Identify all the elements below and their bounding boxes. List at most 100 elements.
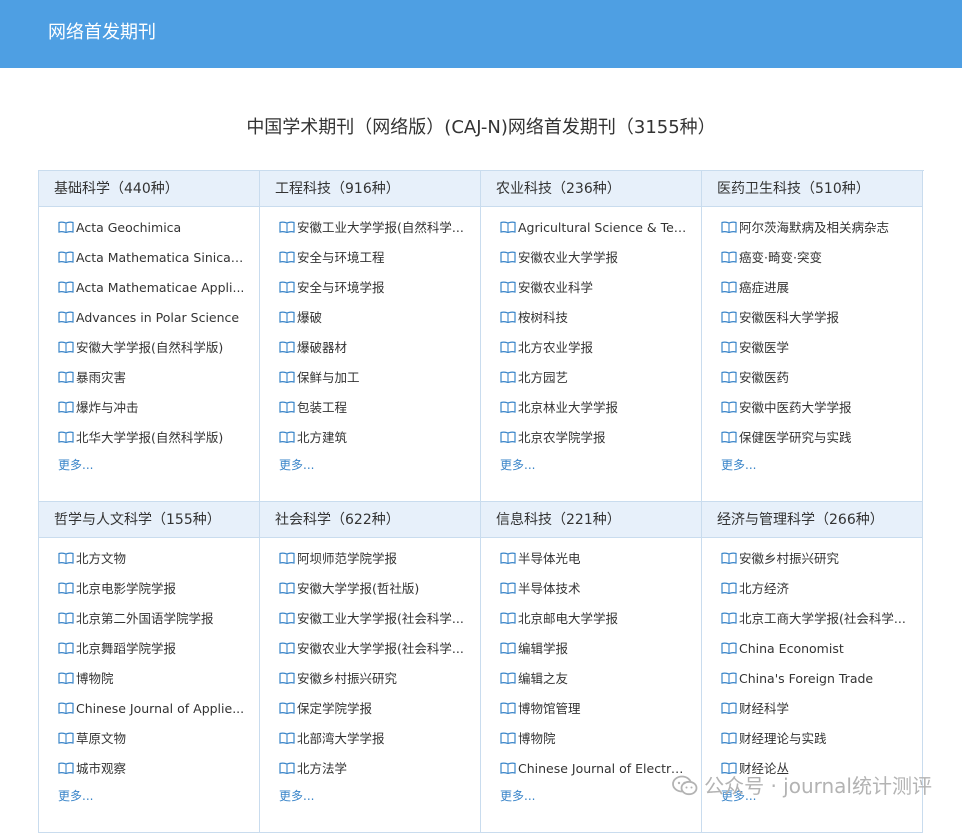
journal-link[interactable]: 安徽医科大学学报	[721, 303, 909, 333]
book-icon	[721, 424, 737, 444]
journal-link[interactable]: 北京第二外国语学院学报	[58, 604, 246, 634]
journal-link[interactable]: 安徽大学学报(自然科学版)	[58, 333, 246, 363]
journal-title: Advances in Polar Science	[76, 310, 240, 325]
journal-link[interactable]: China's Foreign Trade	[721, 664, 909, 694]
journal-title: 安徽医学	[739, 340, 790, 355]
journal-link[interactable]: Chinese Journal of Electro...	[500, 754, 688, 784]
journal-title: 爆炸与冲击	[76, 400, 139, 415]
book-icon	[721, 755, 737, 775]
journal-link[interactable]: 草原文物	[58, 724, 246, 754]
journal-link[interactable]: Acta Mathematicae Appli...	[58, 273, 246, 303]
journal-link[interactable]: Advances in Polar Science	[58, 303, 246, 333]
book-icon	[279, 755, 295, 775]
journal-link[interactable]: 博物院	[58, 664, 246, 694]
journal-link[interactable]: 编辑学报	[500, 634, 688, 664]
journal-title: 癌症进展	[739, 280, 790, 295]
panel-title[interactable]: 哲学与人文科学（155种）	[39, 502, 259, 538]
journal-link[interactable]: 癌变·畸变·突变	[721, 243, 909, 273]
journal-link[interactable]: 安徽医学	[721, 333, 909, 363]
journal-title: Acta Geochimica	[76, 220, 182, 235]
journal-link[interactable]: 北方园艺	[500, 363, 688, 393]
journal-link[interactable]: 安全与环境学报	[279, 273, 467, 303]
more-link[interactable]: 更多...	[500, 788, 535, 804]
journal-link[interactable]: 暴雨灾害	[58, 363, 246, 393]
book-icon	[279, 364, 295, 384]
journal-link[interactable]: 安徽乡村振兴研究	[279, 664, 467, 694]
more-link[interactable]: 更多...	[279, 457, 314, 473]
book-icon	[721, 695, 737, 715]
journal-link[interactable]: 北京工商大学学报(社会科学...	[721, 604, 909, 634]
journal-link[interactable]: 财经科学	[721, 694, 909, 724]
journal-link[interactable]: 北京邮电大学学报	[500, 604, 688, 634]
journal-link[interactable]: 北京农学院学报	[500, 423, 688, 453]
journal-link[interactable]: 保鲜与加工	[279, 363, 467, 393]
book-icon	[721, 575, 737, 595]
journal-link[interactable]: Agricultural Science & Tec...	[500, 213, 688, 243]
journal-link[interactable]: 安徽医药	[721, 363, 909, 393]
journal-link[interactable]: 半导体光电	[500, 544, 688, 574]
book-icon	[58, 635, 74, 655]
journal-link[interactable]: 保健医学研究与实践	[721, 423, 909, 453]
journal-link[interactable]: 爆炸与冲击	[58, 393, 246, 423]
journal-link[interactable]: 安徽工业大学学报(自然科学...	[279, 213, 467, 243]
book-icon	[500, 244, 516, 264]
journal-link[interactable]: Chinese Journal of Applie...	[58, 694, 246, 724]
more-link[interactable]: 更多...	[58, 788, 93, 804]
journal-link[interactable]: 北方建筑	[279, 423, 467, 453]
journal-title: 北京第二外国语学院学报	[76, 611, 214, 626]
journal-link[interactable]: 安徽大学学报(哲社版)	[279, 574, 467, 604]
journal-link[interactable]: 爆破	[279, 303, 467, 333]
journal-link[interactable]: 包装工程	[279, 393, 467, 423]
journal-link[interactable]: 北京舞蹈学院学报	[58, 634, 246, 664]
journal-link[interactable]: 博物馆管理	[500, 694, 688, 724]
journal-link[interactable]: 城市观察	[58, 754, 246, 784]
journal-link[interactable]: 北华大学学报(自然科学版)	[58, 423, 246, 453]
journal-link[interactable]: 爆破器材	[279, 333, 467, 363]
panel-title[interactable]: 社会科学（622种）	[260, 502, 480, 538]
journal-link[interactable]: China Economist	[721, 634, 909, 664]
panel-title[interactable]: 工程科技（916种）	[260, 171, 480, 207]
journal-link[interactable]: 北京林业大学学报	[500, 393, 688, 423]
journal-link[interactable]: 博物院	[500, 724, 688, 754]
panel-title[interactable]: 信息科技（221种）	[481, 502, 701, 538]
journal-link[interactable]: 安徽农业大学学报(社会科学...	[279, 634, 467, 664]
journal-link[interactable]: 编辑之友	[500, 664, 688, 694]
journal-title: 城市观察	[76, 761, 127, 776]
journal-link[interactable]: 安徽农业科学	[500, 273, 688, 303]
book-icon	[58, 274, 74, 294]
journal-link[interactable]: Acta Mathematica Sinica,...	[58, 243, 246, 273]
journal-link[interactable]: 保定学院学报	[279, 694, 467, 724]
journal-link[interactable]: Acta Geochimica	[58, 213, 246, 243]
journal-link[interactable]: 半导体技术	[500, 574, 688, 604]
journal-link[interactable]: 安徽中医药大学学报	[721, 393, 909, 423]
panel-title[interactable]: 医药卫生科技（510种）	[702, 171, 922, 207]
book-icon	[58, 605, 74, 625]
journal-link[interactable]: 安徽乡村振兴研究	[721, 544, 909, 574]
panel-title[interactable]: 农业科技（236种）	[481, 171, 701, 207]
journal-title: 北京农学院学报	[518, 430, 606, 445]
journal-link[interactable]: 阿坝师范学院学报	[279, 544, 467, 574]
journal-link[interactable]: 北方文物	[58, 544, 246, 574]
panel-title[interactable]: 经济与管理科学（266种）	[702, 502, 922, 538]
journal-link[interactable]: 癌症进展	[721, 273, 909, 303]
more-link[interactable]: 更多...	[721, 457, 756, 473]
panel-title[interactable]: 基础科学（440种）	[39, 171, 259, 207]
more-link[interactable]: 更多...	[279, 788, 314, 804]
journal-link[interactable]: 财经理论与实践	[721, 724, 909, 754]
journal-link[interactable]: 桉树科技	[500, 303, 688, 333]
journal-link[interactable]: 北方经济	[721, 574, 909, 604]
journal-link[interactable]: 安徽工业大学学报(社会科学...	[279, 604, 467, 634]
journal-link[interactable]: 北方法学	[279, 754, 467, 784]
header-title[interactable]: 网络首发期刊	[48, 20, 156, 46]
journal-link[interactable]: 北部湾大学学报	[279, 724, 467, 754]
page-title: 中国学术期刊（网络版）(CAJ-N)网络首发期刊（3155种）	[246, 117, 716, 138]
journal-title: 编辑之友	[518, 671, 569, 686]
more-link[interactable]: 更多...	[500, 457, 535, 473]
more-link[interactable]: 更多...	[58, 457, 93, 473]
journal-link[interactable]: 北方农业学报	[500, 333, 688, 363]
journal-link[interactable]: 阿尔茨海默病及相关病杂志	[721, 213, 909, 243]
journal-link[interactable]: 安全与环境工程	[279, 243, 467, 273]
book-icon	[721, 635, 737, 655]
journal-link[interactable]: 安徽农业大学学报	[500, 243, 688, 273]
journal-link[interactable]: 北京电影学院学报	[58, 574, 246, 604]
